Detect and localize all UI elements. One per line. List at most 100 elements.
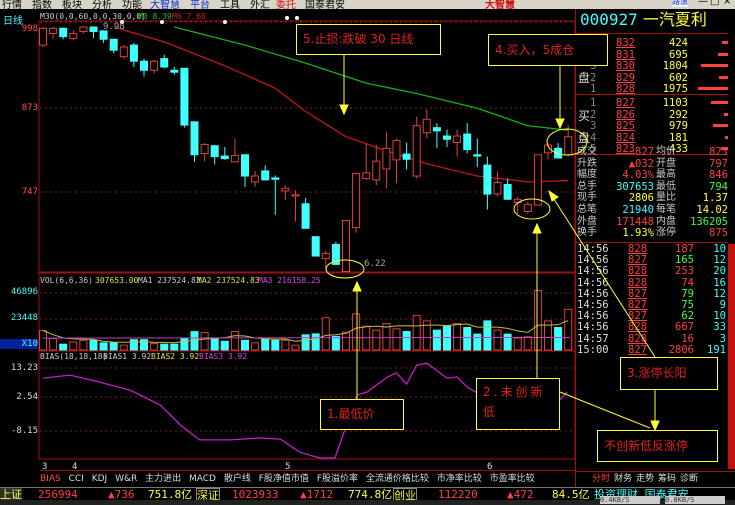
candle-down [220, 155, 229, 160]
candle-up [513, 198, 522, 203]
stat-row: 幅度 4.03% 最高 846 [576, 169, 728, 181]
tab-wr[interactable]: W&R [115, 474, 137, 484]
candle-down [483, 164, 492, 195]
volume-bar [352, 313, 361, 351]
buy-volume: 979 [669, 120, 688, 132]
volume-bar [311, 333, 320, 351]
volume-bar [463, 327, 472, 351]
tick-count: 16 [713, 276, 726, 289]
buy-price: 827 [616, 97, 635, 109]
volume-bar [432, 329, 441, 351]
tick-row: 14:56 827 165 12 [576, 254, 728, 266]
stat-value: 2806 [628, 192, 654, 205]
candle-down [473, 154, 482, 157]
candle-up [392, 140, 401, 161]
tick-count: 20 [713, 265, 726, 278]
tab-chips[interactable]: 筹码 [658, 472, 676, 486]
tab-pb-compare[interactable]: 市净率比较 [437, 474, 482, 484]
tab-premium[interactable]: F股溢价率 [317, 474, 358, 484]
volume-bar [119, 344, 128, 351]
stat-value: 171448 [616, 215, 654, 228]
buy-level-row[interactable]: 3 825 979 [576, 120, 728, 132]
tab-macd[interactable]: MACD [189, 474, 216, 484]
annotation-lowest-price: 1.最低价 [320, 399, 404, 430]
stat-label: 幅度 [577, 169, 597, 181]
stat-value: 846 [709, 169, 728, 182]
volume-bar [261, 338, 270, 351]
tab-finance[interactable]: 财务 [614, 472, 632, 486]
stat-value: 1.37 [702, 192, 728, 205]
tab-retail-line[interactable]: 散户线 [224, 474, 251, 484]
sell-volume-bar [701, 64, 728, 67]
tab-intraday[interactable]: 分时 [592, 472, 610, 486]
candle-up [69, 32, 78, 40]
level: 1 [590, 97, 597, 109]
candle-down [463, 133, 472, 151]
stat-value: 136205 [690, 215, 728, 228]
tab-kdj[interactable]: KDJ [92, 474, 108, 484]
vol-ma3: MA3 216158.25 [258, 276, 321, 285]
tick-volume: 667 [675, 321, 694, 334]
vol-header: VOL(6,6,36) [40, 276, 93, 285]
network-bar: 0.4KB/S 0.8KB/S [0, 496, 735, 505]
close-button[interactable]: × [723, 0, 731, 7]
volume-bar [503, 333, 512, 351]
vol-tick: 23448 [10, 313, 38, 323]
buy-level-row[interactable]: 1 827 1103 [576, 97, 728, 109]
tab-bias[interactable]: BIAS [40, 474, 61, 484]
buy-level-row[interactable]: 2 826 292 [576, 109, 728, 121]
volume-bar [220, 340, 229, 351]
tab-nav[interactable]: F股净值市值 [259, 474, 309, 484]
candle-down [241, 154, 249, 177]
buy-volume-bar [725, 135, 728, 139]
volume-bar [59, 343, 68, 351]
volume-bar [321, 317, 330, 351]
volume-bar [241, 339, 249, 351]
stat-label: 升跌 [577, 157, 597, 169]
sell-price: 830 [616, 60, 635, 72]
stat-label: 总笔 [577, 204, 597, 215]
tick-row: 14:57 828 16 3 [576, 333, 728, 345]
tick-price: 828 [628, 321, 647, 334]
tab-cci[interactable]: CCI [69, 474, 84, 484]
volume-bar [533, 290, 542, 351]
volume-bar [99, 342, 108, 351]
buy-level-row[interactable]: 4 824 181 [576, 132, 728, 144]
bias1-label: BIAS1 3.92 [103, 352, 152, 361]
sell-volume: 424 [669, 37, 688, 49]
net-up-speed: 0.8KB/S [665, 496, 725, 504]
buy-volume: 181 [669, 131, 688, 144]
candle-up [362, 172, 371, 180]
tick-price: 828 [628, 243, 647, 255]
sell-price: 829 [616, 71, 635, 84]
tab-float-compare[interactable]: 全流通价格比较 [366, 474, 429, 484]
stock-name: 一汽夏利 [642, 10, 707, 29]
tab-pe-compare[interactable]: 市盈率比较 [490, 474, 535, 484]
tick-row: 14:56 828 74 16 [576, 277, 728, 289]
candle-down [140, 60, 148, 71]
stat-row: 外盘 171448 内盘 136205 [576, 216, 728, 228]
buy-volume: 1103 [662, 97, 688, 109]
roadshow-button[interactable]: 路演 [672, 0, 688, 7]
sell-level-row[interactable]: 2 829 602 [576, 72, 728, 84]
ma3-label: M3 8.39 [138, 12, 172, 21]
minimize-button[interactable]: — [698, 0, 708, 7]
volume-bar [301, 334, 310, 351]
scrollbar[interactable] [728, 244, 735, 469]
annotation-no-new-low: 2.未创新低 [476, 378, 560, 430]
tab-diagnosis[interactable]: 诊断 [680, 472, 698, 486]
volume-bar [412, 315, 421, 351]
candle-up [200, 143, 209, 154]
candle-up [493, 181, 502, 195]
tick-price: 827 [628, 343, 647, 356]
volume-bar [331, 335, 340, 351]
buy-price: 824 [616, 131, 635, 144]
volume-bar [180, 337, 189, 351]
stat-label: 现手 [577, 192, 597, 204]
tick-volume: 187 [675, 243, 694, 255]
bias-tick: 2.54 [16, 392, 38, 402]
tab-main-flow[interactable]: 主力进出 [145, 474, 181, 484]
restore-button[interactable]: □ [710, 0, 719, 7]
candle-up [382, 147, 391, 170]
tab-trend[interactable]: 走势 [636, 472, 654, 486]
